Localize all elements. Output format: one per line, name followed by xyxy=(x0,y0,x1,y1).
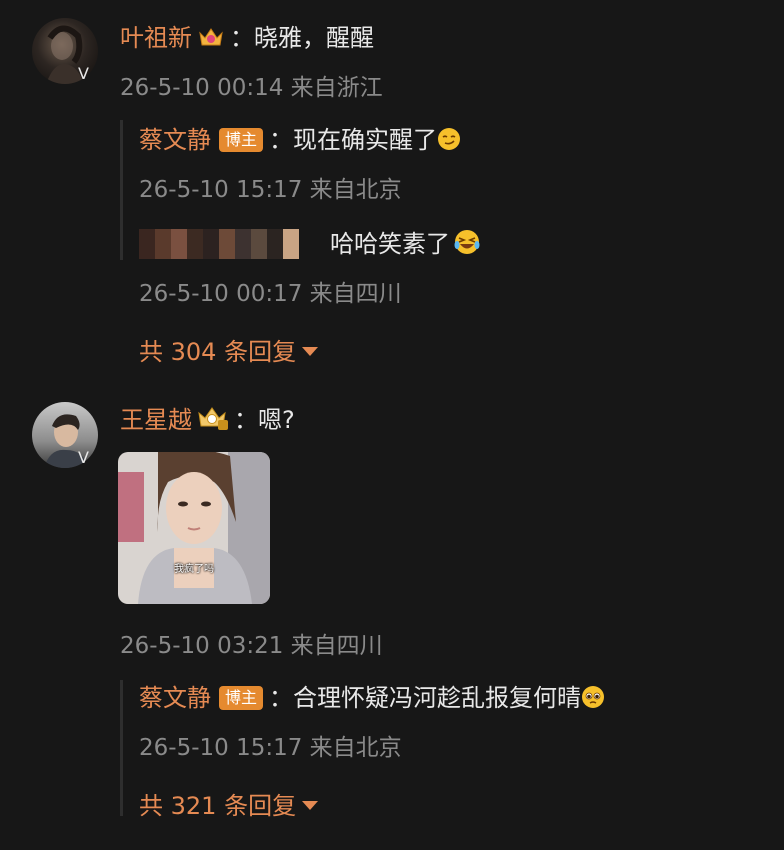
comment-text: 嗯? xyxy=(258,406,295,434)
comment-header: 王星越 ：嗯? xyxy=(120,404,295,436)
reply-text: 哈哈笑素了 xyxy=(330,230,450,258)
blogger-tag: 博主 xyxy=(219,686,264,710)
separator: ： xyxy=(269,684,294,712)
hidden-username-mosaic xyxy=(139,229,299,259)
crown-icon xyxy=(196,25,226,49)
reply-username[interactable]: 蔡文静 xyxy=(139,126,211,154)
verified-badge: V xyxy=(78,64,89,83)
separator: ： xyxy=(230,24,254,52)
reply-1-header: 蔡文静 博主 ：现在确实醒了 xyxy=(139,124,461,156)
caret-down-icon xyxy=(302,347,319,356)
more-replies-link[interactable]: 共 304 条回复 xyxy=(139,332,319,367)
reply-meta: 26-5-10 00:17 来自四川 xyxy=(139,281,402,307)
more-replies-label: 共 304 条回复 xyxy=(139,338,297,366)
reply-text: 现在确实醒了 xyxy=(293,126,438,154)
crown-level-icon xyxy=(196,405,230,430)
reply-username[interactable]: 蔡文静 xyxy=(139,684,211,712)
separator: ： xyxy=(269,126,294,154)
separator: ： xyxy=(234,406,258,434)
more-replies-link[interactable]: 共 321 条回复 xyxy=(139,786,319,821)
blogger-tag: 博主 xyxy=(219,128,264,152)
avatar-user-1[interactable]: V xyxy=(32,18,102,88)
laugh-cry-emoji-icon xyxy=(454,229,480,254)
reply-meta: 26-5-10 15:17 来自北京 xyxy=(139,177,402,203)
avatar-user-2[interactable]: V xyxy=(32,402,102,472)
comment-meta: 26-5-10 00:14 来自浙江 xyxy=(120,75,383,101)
pleading-emoji-icon xyxy=(581,685,605,709)
comment-meta: 26-5-10 03:21 来自四川 xyxy=(120,633,383,659)
reply-text: 合理怀疑冯河趁乱报复何晴 xyxy=(293,684,582,712)
smirk-emoji-icon xyxy=(437,127,461,151)
username[interactable]: 王星越 xyxy=(120,406,192,434)
caret-down-icon xyxy=(302,801,319,810)
reply-2-header: 哈哈笑素了 xyxy=(330,228,480,260)
image-caption: 我疯了吗 xyxy=(174,564,214,575)
comment-image[interactable]: 我疯了吗 xyxy=(118,452,270,604)
reply-divider xyxy=(120,680,123,816)
more-replies-label: 共 321 条回复 xyxy=(139,792,297,820)
reply-meta: 26-5-10 15:17 来自北京 xyxy=(139,735,402,761)
comment-header: 叶祖新 ：晓雅，醒醒 xyxy=(120,22,374,54)
reply-1-header: 蔡文静 博主 ：合理怀疑冯河趁乱报复何晴 xyxy=(139,682,605,714)
username[interactable]: 叶祖新 xyxy=(120,24,192,52)
reply-divider xyxy=(120,120,123,260)
comment-text: 晓雅，醒醒 xyxy=(254,24,374,52)
verified-badge: V xyxy=(78,448,89,467)
